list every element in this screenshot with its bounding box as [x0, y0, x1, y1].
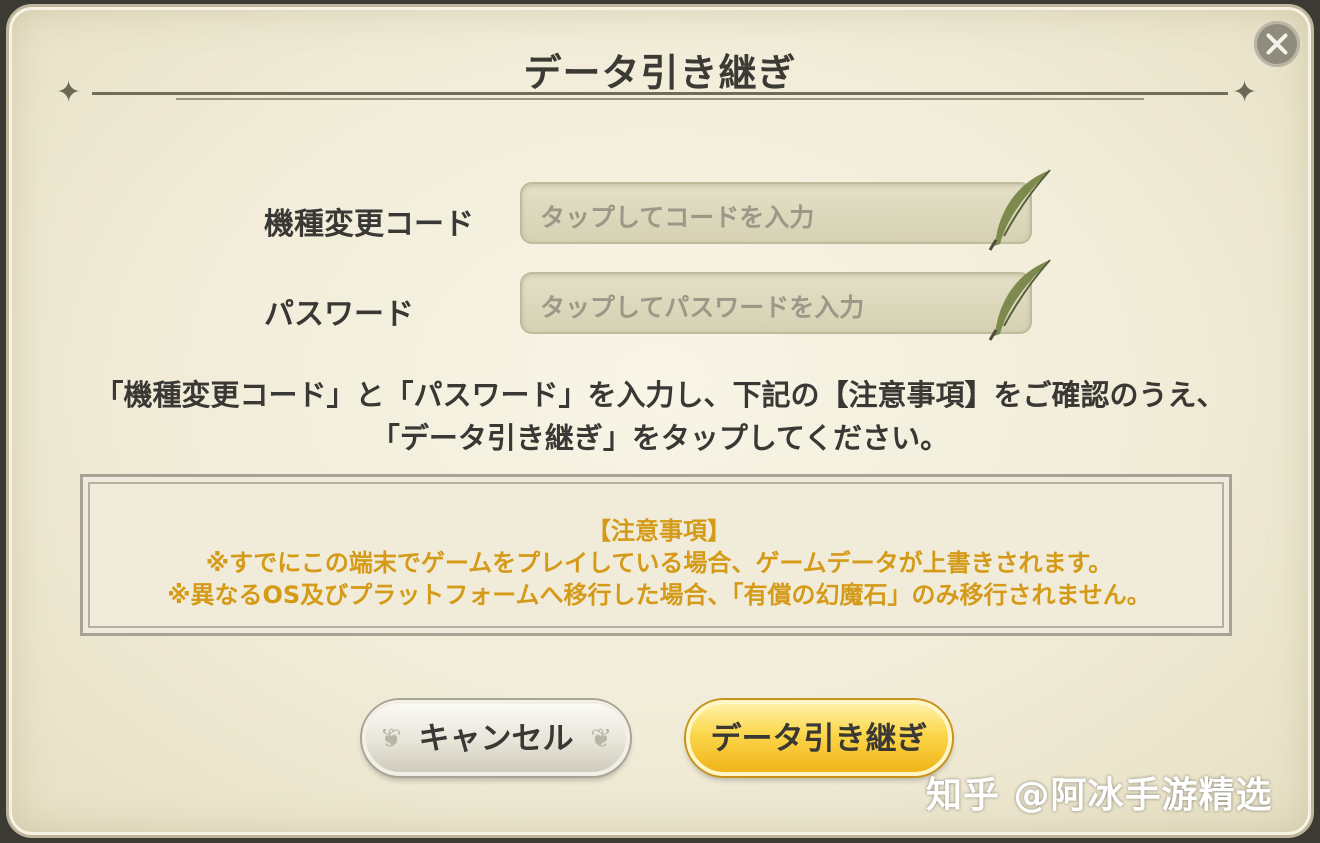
instruction-line-2: 「データ引き継ぎ」をタップしてください。	[370, 421, 950, 455]
notice-heading: 【注意事項】	[587, 517, 731, 545]
cancel-button[interactable]: キャンセル	[362, 700, 630, 776]
notice-box: 【注意事項】 ※すでにこの端末でゲームをプレイしている場合、ゲームデータが上書き…	[80, 474, 1232, 636]
title-divider	[92, 92, 1228, 95]
left-ornament-icon: ✦	[56, 75, 82, 110]
quill-pen-icon	[988, 169, 1051, 251]
notice-item: ※すでにこの端末でゲームをプレイしている場合、ゲームデータが上書きされます。	[205, 549, 1113, 577]
data-transfer-button[interactable]: データ引き継ぎ	[686, 700, 952, 776]
watermark: 知乎 @阿冰手游精选	[926, 775, 1273, 816]
right-ornament-icon: ✦	[1232, 75, 1258, 110]
password-label: パスワード	[264, 297, 414, 332]
password-input[interactable]: タップしてパスワードを入力	[520, 272, 1032, 334]
dialog-title: データ引き継ぎ	[523, 51, 797, 95]
password-input-placeholder: タップしてパスワードを入力	[540, 293, 865, 322]
title-divider-inner	[176, 98, 1144, 100]
code-label: 機種変更コード	[264, 207, 474, 242]
code-input-placeholder: タップしてコードを入力	[540, 203, 815, 232]
quill-pen-icon	[988, 259, 1051, 341]
instruction-line-1: 「機種変更コード」と「パスワード」を入力し、下記の【注意事項】をご確認のうえ、	[94, 378, 1226, 412]
code-input[interactable]: タップしてコードを入力	[520, 182, 1032, 244]
notice-item: ※異なるOS及びプラットフォームへ移行した場合、「有償の幻魔石」のみ移行されませ…	[167, 581, 1151, 609]
